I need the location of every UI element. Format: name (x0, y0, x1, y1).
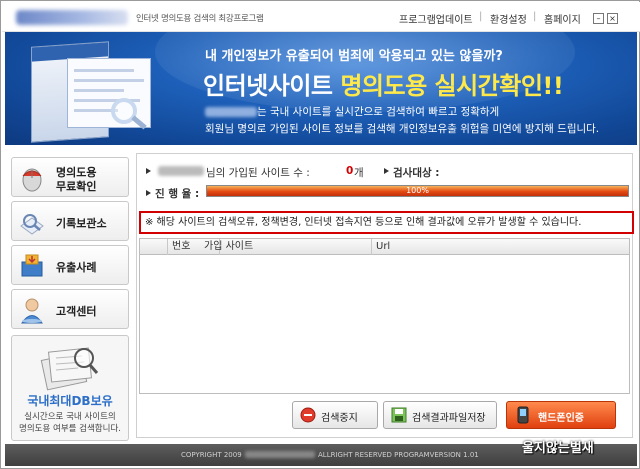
results-table[interactable]: 번호 가입 사이트 Url (139, 238, 630, 394)
table-header: 번호 가입 사이트 Url (140, 239, 629, 255)
banner-headline: 내 개인정보가 유출되어 범죄에 악용되고 있는 않을까? (205, 49, 503, 64)
close-button[interactable]: × (607, 13, 618, 24)
db-promo-panel: 국내최대DB보유 실시간으로 국내 사이트의 명의도용 여부를 검색합니다. (11, 335, 129, 441)
support-person-icon (21, 298, 43, 324)
sidebar-item-leak-cases[interactable]: 유출사례 (11, 245, 129, 285)
version-text: ALLRIGHT RESERVED PROGRAMVERSION 1.01 (318, 451, 479, 459)
minimize-button[interactable]: – (593, 13, 604, 24)
banner-title: 인터넷사이트 명의도용 실시간확인!! (203, 66, 564, 101)
magnifier-icon (20, 214, 44, 235)
app-logo (16, 10, 128, 25)
promo-text-2: 명의도용 여부를 검색합니다. (19, 424, 121, 434)
title-bar: 인터넷 명의도용 검색의 최강프로그램 프로그램업데이트 | 환경설정 | 홈페… (2, 2, 640, 32)
phone-verify-button[interactable]: 핸드폰인증 (506, 401, 616, 429)
banner-desc-1: 는 국내 사이트를 실시간으로 검색하여 빠르고 정확하게 (205, 104, 499, 119)
phone-verify-label: 핸드폰인증 (538, 413, 584, 424)
banner-desc-2: 회원님 명의로 가입된 사이트 정보를 검색해 개인정보유출 위험을 미연에 방… (205, 123, 600, 135)
user-name-blurred (158, 166, 204, 176)
progress-bar: 100% (206, 185, 629, 197)
warning-notice: ※ 해당 사이트의 검색오류, 정책변경, 인터넷 접속지연 등으로 인해 결과… (139, 211, 634, 234)
bullet-triangle-icon (384, 168, 389, 174)
sidebar-item-free-check[interactable]: 명의도용 무료확인 (11, 157, 129, 197)
save-disk-icon (391, 407, 407, 423)
program-update-link[interactable]: 프로그램업데이트 (399, 11, 473, 26)
column-header-url[interactable]: Url (372, 239, 630, 255)
sidebar-item-label: 기록보관소 (56, 217, 107, 230)
stop-search-button[interactable]: 검색중지 (292, 401, 378, 429)
site-count-value: 0 (346, 165, 354, 177)
app-title: 인터넷 명의도용 검색의 최강프로그램 (136, 14, 264, 24)
promo-text-1: 실시간으로 국내 사이트의 (24, 412, 116, 422)
watermark-text: 울지않는벌새 (522, 441, 594, 456)
link-separator: | (479, 11, 483, 22)
mailbox-icon (21, 254, 43, 277)
banner-desc-1-text: 는 국내 사이트를 실시간으로 검색하여 빠르고 정확하게 (257, 106, 500, 118)
promo-banner: 내 개인정보가 유출되어 범죄에 악용되고 있는 않을까? 인터넷사이트 명의도… (5, 32, 637, 145)
site-count-row: 님의 가입된 사이트 수 : 0 개 검사대상 : (146, 163, 626, 181)
link-separator: | (533, 11, 537, 22)
promo-title: 국내최대DB보유 (27, 394, 113, 408)
company-name-blurred (245, 451, 315, 458)
bullet-triangle-icon (146, 190, 151, 196)
sidebar-item-label: 유출사례 (56, 261, 97, 274)
mobile-phone-icon (517, 406, 529, 424)
sidebar-item-label-2: 무료확인 (56, 180, 97, 193)
homepage-link[interactable]: 홈페이지 (544, 11, 581, 26)
sidebar-item-archive[interactable]: 기록보관소 (11, 201, 129, 241)
stop-icon (300, 407, 316, 423)
copyright-text: COPYRIGHT 2009 (181, 451, 242, 459)
site-count-unit: 개 (354, 167, 364, 179)
product-name-blurred (205, 107, 257, 117)
banner-title-highlight: 명의도용 실시간확인!! (340, 72, 564, 100)
progress-label: 진 행 율 : (155, 188, 200, 200)
app-window: 인터넷 명의도용 검색의 최강프로그램 프로그램업데이트 | 환경설정 | 홈페… (0, 0, 640, 469)
progress-percent: 100% (406, 186, 429, 195)
mouse-icon (22, 168, 42, 192)
product-document-image (67, 58, 151, 128)
settings-link[interactable]: 환경설정 (490, 11, 527, 26)
save-results-button[interactable]: 검색결과파일저장 (383, 401, 497, 429)
bullet-triangle-icon (146, 168, 151, 174)
stop-search-label: 검색중지 (321, 413, 358, 424)
sidebar-item-customer-center[interactable]: 고객센터 (11, 289, 129, 329)
scan-target-label: 검사대상 : (393, 167, 440, 179)
site-count-label: 님의 가입된 사이트 수 : (206, 167, 310, 179)
document-search-icon (40, 347, 99, 391)
banner-title-part1: 인터넷사이트 (203, 72, 341, 100)
save-results-label: 검색결과파일저장 (412, 413, 486, 424)
column-header-site[interactable]: 가입 사이트 (200, 239, 372, 255)
column-header-number (140, 239, 168, 255)
sidebar-item-label: 고객센터 (56, 305, 97, 318)
